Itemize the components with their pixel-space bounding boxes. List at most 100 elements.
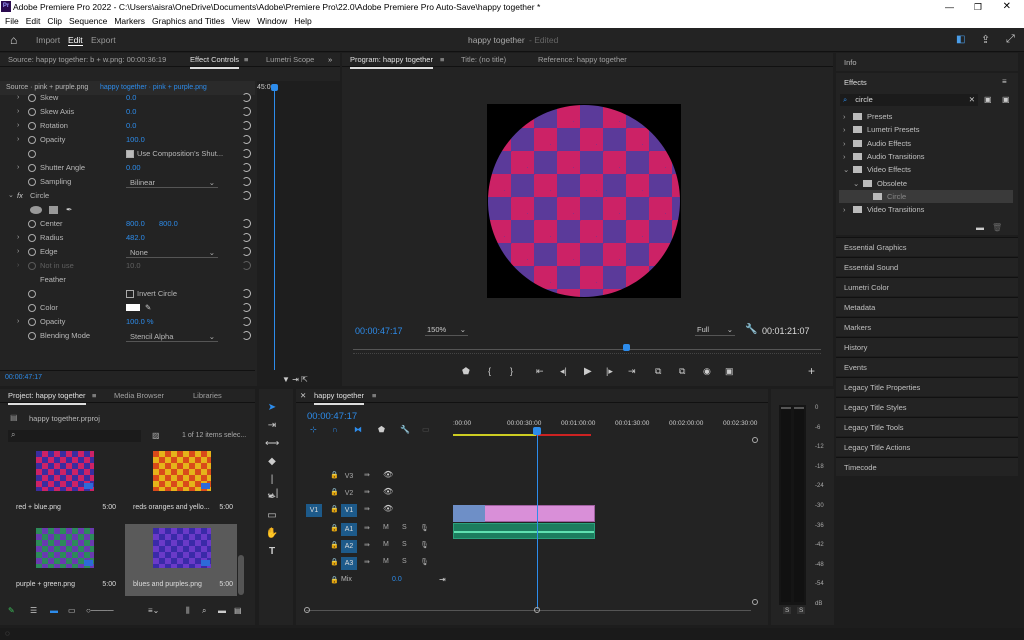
panel-timecode[interactable]: Timecode [836,457,1018,476]
vscroll-handle-bottom[interactable] [752,599,758,605]
reset-icon[interactable] [242,247,251,256]
stopwatch-icon[interactable] [28,234,36,242]
track-target[interactable]: A2 [341,540,357,553]
tree-chevron-icon[interactable]: › [843,110,846,123]
sync-lock-icon[interactable]: ⇛ [364,558,370,566]
solo-right-button[interactable]: S [797,607,806,614]
track-target[interactable]: V1 [341,504,357,517]
restore-icon[interactable]: ❐ [974,0,982,14]
solo-button[interactable]: S [402,558,407,565]
project-search-input[interactable]: ⌕ [8,430,141,442]
extract-icon[interactable]: ⧉ [679,366,685,377]
reset-icon[interactable] [242,93,251,102]
panel-essential-graphics[interactable]: Essential Graphics [836,237,1018,256]
rectangle-mask-icon[interactable] [49,206,58,214]
time-ruler[interactable]: :00:00 00:00:30:00 00:01:00:00 00:01:30:00 0… [453,416,757,436]
timeline-menu-icon[interactable]: ≡ [372,389,376,403]
linked-selection-icon[interactable]: ⧓ [354,425,362,434]
program-scrub-bar[interactable] [353,349,821,350]
step-forward-icon[interactable]: |▸ [606,366,613,377]
add-marker-icon[interactable]: ⬟ [462,366,470,377]
new-bin-footer-icon[interactable]: ▬ [218,606,226,615]
timeline-playhead[interactable] [537,429,538,609]
mic-icon[interactable]: 🎙 [420,524,429,532]
more-tabs-icon[interactable]: » [328,53,332,67]
mic-icon[interactable]: 🎙 [420,558,429,566]
menu-help[interactable]: Help [294,16,311,26]
nest-icon[interactable]: ⊹ [310,425,317,434]
effects-tree-item[interactable]: ⌄ Obsolete [839,177,1013,190]
center-y-value[interactable]: 800.0 [159,217,178,231]
eye-icon[interactable]: 👁 [383,487,393,496]
accelerated-effects-icon[interactable]: ▣ [984,95,992,104]
circle-value[interactable]: 100.0 % [126,315,154,329]
menu-file[interactable]: File [5,16,19,26]
menu-view[interactable]: View [232,16,250,26]
selection-tool-icon[interactable]: ➤ [265,401,279,415]
panel-lumetri-color[interactable]: Lumetri Color [836,277,1018,296]
tab-project[interactable]: Project: happy together [8,389,86,405]
effects-search-input[interactable]: ⌕ circle ✕ [840,94,978,106]
video-frame[interactable] [487,104,681,298]
ec-value[interactable]: 100.0 [126,133,145,147]
stopwatch-icon[interactable] [28,122,36,130]
mute-button[interactable]: M [383,541,389,548]
tab-sequence[interactable]: happy together [314,389,365,405]
stopwatch-icon[interactable] [28,220,36,228]
eyedropper-icon[interactable]: ✎ [145,301,151,315]
effects-tree-item[interactable]: › Lumetri Presets [839,123,1013,136]
ec-value[interactable]: 0.0 [126,91,136,105]
project-menu-icon[interactable]: ≡ [92,389,96,403]
effects-tree-item[interactable]: Circle [839,189,1013,203]
expand-chevron-icon[interactable]: › [17,119,19,133]
add-marker-icon[interactable]: ⬟ [378,425,385,434]
color-swatch[interactable] [126,304,140,311]
menu-clip[interactable]: Clip [47,16,62,26]
expand-chevron-icon[interactable]: › [17,161,19,175]
captions-icon[interactable]: ▭ [422,425,430,434]
list-view-icon[interactable]: ☰ [30,606,37,615]
sync-lock-icon[interactable]: ⇛ [364,541,370,549]
clear-search-icon[interactable]: ✕ [969,94,975,106]
lock-icon[interactable]: 🔒 [330,558,339,566]
settings-wrench-icon[interactable]: 🔧 [400,425,410,434]
effects-tree-item[interactable]: › Video Transitions [839,203,1013,216]
reset-icon[interactable] [242,289,251,298]
sync-lock-icon[interactable]: ⇛ [364,488,370,496]
solo-left-button[interactable]: S [783,607,792,614]
project-item[interactable]: blues and purples.png 5:00 [125,524,237,596]
reset-icon[interactable] [242,219,251,228]
pen-icon[interactable]: ✒ [265,491,279,505]
new-bin-icon[interactable]: ▬ [976,223,984,232]
tree-chevron-icon[interactable]: › [843,203,846,216]
menu-markers[interactable]: Markers [114,16,145,26]
effects-title[interactable]: Effects [844,78,867,87]
reset-icon[interactable] [242,163,251,172]
panel-essential-sound[interactable]: Essential Sound [836,257,1018,276]
reset-icon[interactable] [242,107,251,116]
export-frame-icon[interactable]: ◉ [703,366,711,377]
stopwatch-icon[interactable] [28,178,36,186]
program-menu-icon[interactable]: ≡ [440,53,444,67]
tab-import[interactable]: Import [36,35,60,45]
compare-icon[interactable]: ▣ [725,366,734,377]
collapse-chevron-icon[interactable]: ⌄ [8,189,14,203]
panel-legacy-title-styles[interactable]: Legacy Title Styles [836,397,1018,416]
expand-chevron-icon[interactable]: › [17,133,19,147]
tab-source[interactable]: Source: happy together: b + w.png: 00:00… [8,53,166,67]
expand-chevron-icon[interactable]: › [17,105,19,119]
type-icon[interactable]: T [265,545,279,559]
reset-icon[interactable] [242,135,251,144]
tree-chevron-icon[interactable]: › [843,137,846,150]
new-item-icon[interactable]: ▤ [234,606,242,615]
mini-playhead[interactable] [274,85,275,370]
effects-tree-item[interactable]: › Audio Transitions [839,150,1013,163]
panel-markers[interactable]: Markers [836,317,1018,336]
stopwatch-icon[interactable] [28,248,36,256]
tab-title[interactable]: Title: (no title) [461,53,506,67]
ec-value[interactable]: 0.00 [126,161,141,175]
filter-icon[interactable]: ▼ ⇥ ⇱ [282,375,308,384]
ripple-edit-icon[interactable]: ⟷ [265,437,279,451]
sync-lock-icon[interactable]: ⇛ [364,471,370,479]
mini-playhead-handle[interactable] [271,84,278,91]
